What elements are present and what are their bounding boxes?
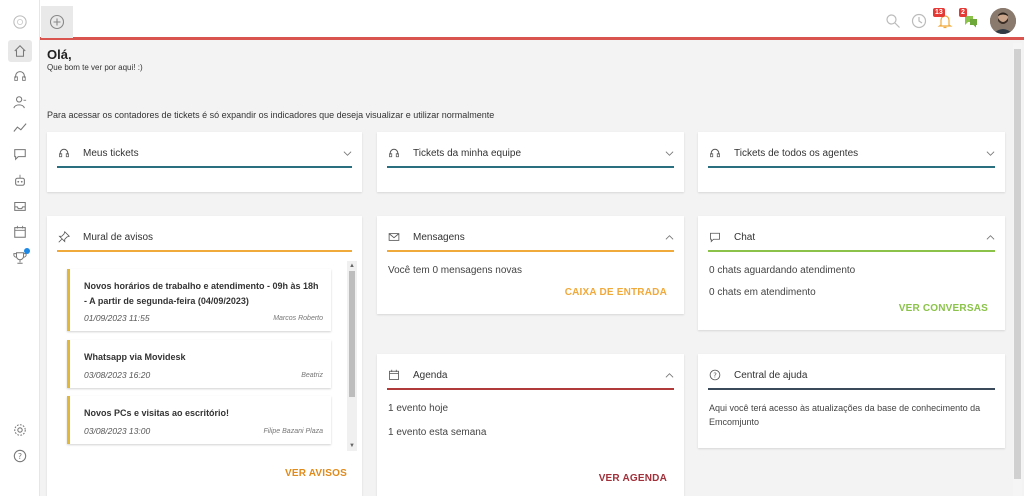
agenda-week-text: 1 evento esta semana xyxy=(388,427,487,438)
notice-item[interactable]: Whatsapp via Movidesk 03/08/2023 16:20 B… xyxy=(67,340,331,388)
ver-avisos-link[interactable]: VER AVISOS xyxy=(285,468,347,479)
card-title: Tickets de todos os agentes xyxy=(734,147,859,159)
greeting-subtitle: Que bom te ver por aqui! :) xyxy=(47,63,143,72)
card-title: Central de ajuda xyxy=(734,369,808,381)
notices-list[interactable]: Novos horários de trabalho e atendimento… xyxy=(57,261,351,451)
calendar-icon xyxy=(387,368,401,382)
bot-icon[interactable] xyxy=(10,170,30,190)
contacts-icon[interactable] xyxy=(10,92,30,112)
home-icon[interactable] xyxy=(8,40,32,62)
left-sidebar: ? xyxy=(0,0,40,496)
help-circle-icon: ? xyxy=(708,368,722,382)
card-title: Chat xyxy=(734,231,756,243)
page-scrollbar[interactable] xyxy=(1013,43,1022,496)
notification-count-badge: 13 xyxy=(933,8,945,17)
ajuda-text: Aqui você terá acesso às atualizações da… xyxy=(709,403,981,427)
inbox-icon[interactable] xyxy=(10,196,30,216)
logo-icon[interactable] xyxy=(10,12,30,32)
mensagens-text: Você tem 0 mensagens novas xyxy=(388,265,522,276)
greeting-title: Olá, xyxy=(47,47,72,62)
card-divider xyxy=(57,166,352,168)
card-chat: Chat 0 chats aguardando atendimento 0 ch… xyxy=(698,216,1005,330)
notices-scrollbar[interactable]: ▲ ▼ xyxy=(347,261,357,451)
top-bar: 13 2 xyxy=(40,0,1024,40)
card-divider xyxy=(387,388,674,390)
pin-icon xyxy=(57,230,71,244)
chevron-down-icon[interactable] xyxy=(985,148,995,158)
notice-title: Whatsapp via Movidesk xyxy=(84,352,186,362)
card-agenda: Agenda 1 evento hoje 1 evento esta seman… xyxy=(377,354,684,496)
chevron-up-icon[interactable] xyxy=(985,232,995,242)
chevron-down-icon[interactable] xyxy=(342,148,352,158)
envelope-icon xyxy=(387,230,401,244)
trophy-icon[interactable] xyxy=(10,248,30,268)
notice-title: Novos PCs e visitas ao escritório! xyxy=(84,408,230,418)
chevron-down-icon[interactable] xyxy=(664,148,674,158)
scroll-thumb[interactable] xyxy=(349,271,355,397)
card-mensagens: Mensagens Você tem 0 mensagens novas CAI… xyxy=(377,216,684,314)
scroll-up-icon[interactable]: ▲ xyxy=(348,262,356,270)
plus-circle-icon xyxy=(49,14,65,30)
card-divider xyxy=(708,166,995,168)
caixa-entrada-link[interactable]: CAIXA DE ENTRADA xyxy=(565,287,667,298)
card-divider xyxy=(708,250,995,252)
svg-text:?: ? xyxy=(713,372,717,380)
search-icon[interactable] xyxy=(884,12,902,30)
card-title: Tickets da minha equipe xyxy=(413,147,522,159)
card-tickets-todos[interactable]: Tickets de todos os agentes xyxy=(698,132,1005,192)
calendar-icon[interactable] xyxy=(10,222,30,242)
card-central-ajuda: ? Central de ajuda Aqui você terá acesso… xyxy=(698,354,1005,448)
headset-icon xyxy=(708,146,722,160)
chevron-up-icon[interactable] xyxy=(664,370,674,380)
notice-item[interactable]: Novos horários de trabalho e atendimento… xyxy=(67,269,331,331)
card-title: Mensagens xyxy=(413,231,465,243)
card-title: Meus tickets xyxy=(83,147,139,159)
chevron-up-icon[interactable] xyxy=(664,232,674,242)
user-avatar[interactable] xyxy=(990,8,1016,34)
hint-text: Para acessar os contadores de tickets é … xyxy=(47,110,495,120)
reports-icon[interactable] xyxy=(10,118,30,138)
notice-date: 01/09/2023 11:55 xyxy=(84,313,150,323)
ver-conversas-link[interactable]: VER CONVERSAS xyxy=(899,303,988,314)
headset-icon xyxy=(387,146,401,160)
bell-icon[interactable]: 13 xyxy=(933,8,954,30)
card-mural-avisos: Mural de avisos Novos horários de trabal… xyxy=(47,216,362,496)
chat-icon[interactable] xyxy=(10,144,30,164)
notice-author: Marcos Roberto xyxy=(273,315,323,322)
chat-count-badge: 2 xyxy=(959,8,967,17)
clock-icon[interactable] xyxy=(910,12,928,30)
card-divider xyxy=(387,166,674,168)
help-icon[interactable]: ? xyxy=(10,446,30,466)
new-tab-button[interactable] xyxy=(41,6,73,38)
chat-icon xyxy=(708,230,722,244)
notice-title: Novos horários de trabalho e atendimento… xyxy=(84,281,319,306)
notification-dot xyxy=(24,248,30,254)
chat-bubbles-icon[interactable]: 2 xyxy=(959,8,980,30)
card-title: Agenda xyxy=(413,369,448,381)
ver-agenda-link[interactable]: VER AGENDA xyxy=(599,473,667,484)
card-title: Mural de avisos xyxy=(83,231,154,243)
notice-date: 03/08/2023 16:20 xyxy=(84,370,151,380)
card-meus-tickets[interactable]: Meus tickets xyxy=(47,132,362,192)
svg-text:?: ? xyxy=(18,452,22,461)
notice-item[interactable]: Novos PCs e visitas ao escritório! 03/08… xyxy=(67,396,331,444)
chat-waiting-text: 0 chats aguardando atendimento xyxy=(709,265,856,276)
card-divider xyxy=(57,250,352,252)
page-scroll-thumb[interactable] xyxy=(1014,49,1021,479)
headset-icon xyxy=(57,146,71,160)
scroll-down-icon[interactable]: ▼ xyxy=(348,442,356,450)
notice-date: 03/08/2023 13:00 xyxy=(84,426,151,436)
agenda-today-text: 1 evento hoje xyxy=(388,403,449,414)
card-divider xyxy=(387,250,674,252)
chat-ongoing-text: 0 chats em atendimento xyxy=(709,287,816,298)
notice-author: Filipe Bazani Plaza xyxy=(263,428,323,435)
card-divider xyxy=(708,388,995,390)
settings-icon[interactable] xyxy=(10,420,30,440)
notice-author: Beatriz xyxy=(301,372,323,379)
card-tickets-equipe[interactable]: Tickets da minha equipe xyxy=(377,132,684,192)
headset-icon[interactable] xyxy=(10,66,30,86)
